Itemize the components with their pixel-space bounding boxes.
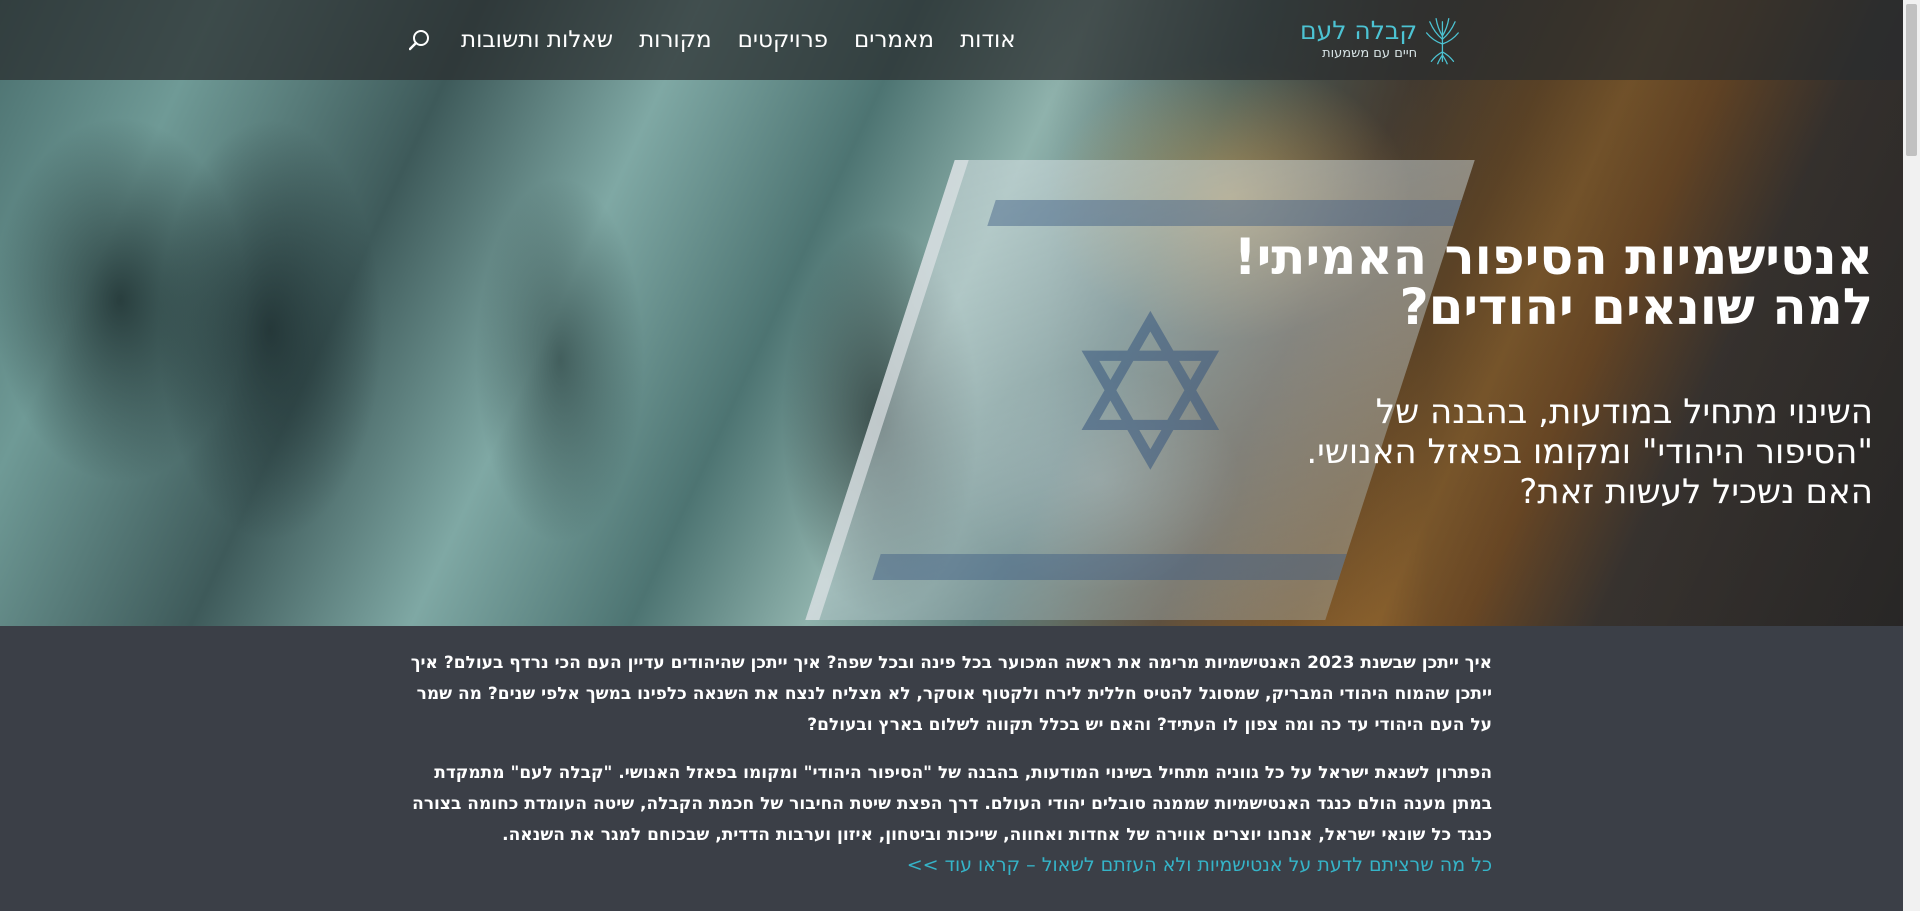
logo-subtitle: חיים עם משמעות: [1322, 46, 1418, 61]
nav-item-about[interactable]: אודות: [960, 27, 1016, 53]
hero-subtitle-line: השינוי מתחיל במודעות, בהבנה של: [1375, 392, 1873, 432]
hero-subtitle: השינוי מתחיל במודעות, בהבנה של "הסיפור ה…: [1053, 392, 1873, 512]
logo-title: קבלה לעם: [1300, 16, 1418, 45]
hero-title-line: אנטישמיות הסיפור האמיתי!: [1233, 228, 1873, 286]
hero-title-line: למה שונאים יהודים?: [1399, 278, 1873, 336]
read-more-link[interactable]: כל מה שרציתם לדעת על אנטישמיות ולא העזתם…: [410, 852, 1492, 879]
site-logo[interactable]: קבלה לעם חיים עם משמעות: [1300, 8, 1460, 72]
hero-title: אנטישמיות הסיפור האמיתי! למה שונאים יהוד…: [1053, 232, 1873, 332]
flag-stripe: [987, 200, 1462, 226]
intro-paragraph: הפתרון לשנאת ישראל על כל גווניה מתחיל בש…: [412, 763, 1492, 845]
flag-stripe: [872, 554, 1347, 580]
search-button[interactable]: [405, 25, 435, 55]
nav-item-qa[interactable]: שאלות ותשובות: [461, 27, 613, 53]
nav-item-articles[interactable]: מאמרים: [854, 27, 934, 53]
main-nav: שאלות ותשובות מקורות פרויקטים מאמרים אוד…: [405, 0, 1016, 80]
logo-text: קבלה לעם חיים עם משמעות: [1300, 17, 1417, 63]
hero-subtitle-line: האם נשכיל לעשות זאת?: [1519, 472, 1873, 512]
nav-item-sources[interactable]: מקורות: [639, 27, 712, 53]
scrollbar-thumb[interactable]: [1906, 4, 1917, 156]
nav-item-projects[interactable]: פרויקטים: [738, 27, 828, 53]
search-icon: [409, 30, 429, 51]
hero-banner: ✡ שאלות ותשובות מקורות פרויקטים מאמרים א…: [0, 0, 1903, 626]
tree-logo-icon: [1426, 17, 1460, 65]
intro-paragraph: איך ייתכן שבשנת 2023 האנטישמיות מרימה את…: [410, 653, 1492, 735]
hero-text: אנטישמיות הסיפור האמיתי! למה שונאים יהוד…: [1053, 232, 1873, 512]
hero-subtitle-line: "הסיפור היהודי" ומקומו בפאזל האנושי.: [1306, 432, 1873, 472]
page-scrollbar[interactable]: [1903, 0, 1920, 911]
intro-content: איך ייתכן שבשנת 2023 האנטישמיות מרימה את…: [410, 648, 1492, 879]
